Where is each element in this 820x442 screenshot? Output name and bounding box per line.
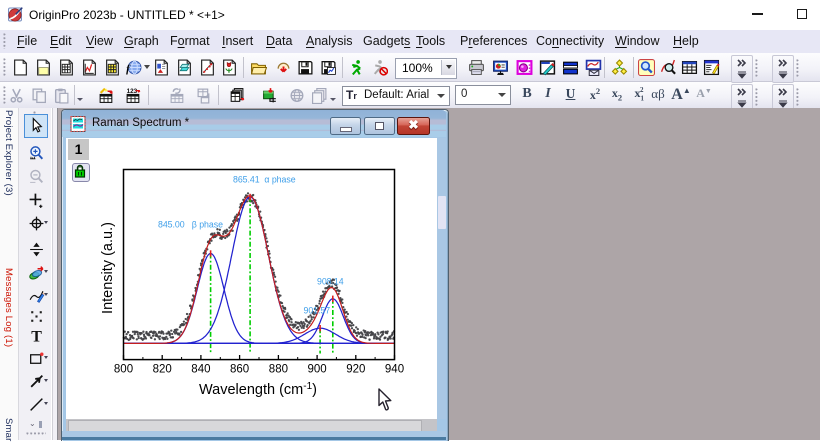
svg-text:901.57: 901.57 bbox=[304, 306, 331, 316]
svg-text:860: 860 bbox=[230, 364, 249, 376]
svg-text:800: 800 bbox=[114, 364, 133, 376]
svg-text:908.14: 908.14 bbox=[317, 277, 344, 287]
svg-text:940: 940 bbox=[385, 364, 404, 376]
svg-text:880: 880 bbox=[269, 364, 288, 376]
svg-text:845.00 β phase: 845.00 β phase bbox=[158, 220, 223, 230]
svg-text:920: 920 bbox=[346, 364, 365, 376]
svg-text:840: 840 bbox=[191, 364, 210, 376]
svg-text:865.41 α phase: 865.41 α phase bbox=[233, 175, 296, 185]
svg-text:900: 900 bbox=[308, 364, 327, 376]
svg-text:Wavelength (cm-1): Wavelength (cm-1) bbox=[199, 381, 317, 399]
svg-text:Intensity (a.u.): Intensity (a.u.) bbox=[100, 222, 116, 314]
svg-text:820: 820 bbox=[153, 364, 172, 376]
